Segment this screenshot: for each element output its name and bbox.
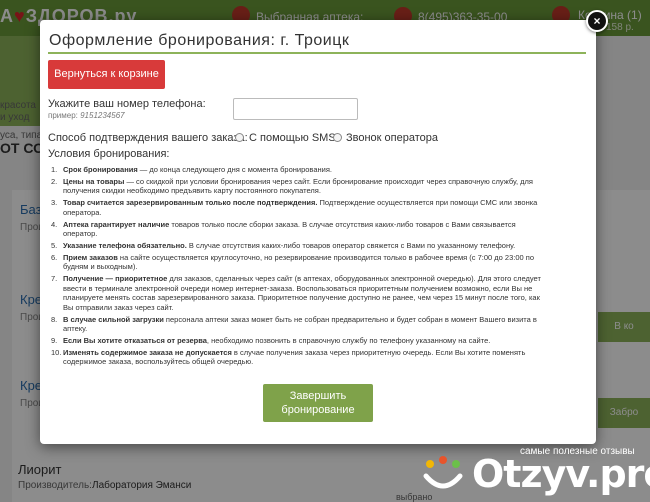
condition-number: 3.	[51, 198, 58, 208]
conditions-title: Условия бронирования:	[48, 148, 170, 160]
confirm-method-label: Способ подтверждения вашего заказа:	[48, 132, 248, 144]
condition-item: 9. Если Вы хотите отказаться от резерва, …	[51, 336, 541, 346]
radio-sms-label[interactable]: С помощью SMS	[249, 132, 336, 144]
watermark-brand: Otzyv.pro	[472, 452, 650, 496]
radio-operator-call-label[interactable]: Звонок оператора	[346, 132, 438, 144]
phone-example-prefix: пример:	[48, 111, 78, 120]
condition-bold: Прием заказов	[63, 252, 118, 262]
condition-bold: Изменять содержимое заказа не допускаетс…	[63, 347, 232, 357]
condition-number: 10.	[51, 347, 62, 357]
booking-modal: Оформление бронирования: г. Троицк Верну…	[40, 20, 596, 444]
modal-title: Оформление бронирования: г. Троицк	[49, 32, 350, 49]
watermark-logo-icon	[423, 456, 463, 489]
condition-number: 4.	[51, 219, 58, 229]
back-to-cart-button[interactable]: Вернуться к корзине	[48, 60, 165, 89]
title-divider	[48, 52, 586, 54]
condition-item: 10. Изменять содержимое заказа не допуска…	[51, 348, 541, 367]
finish-booking-button[interactable]: Завершить бронирование	[263, 384, 373, 422]
condition-number: 2.	[51, 176, 58, 186]
condition-number: 5.	[51, 240, 58, 250]
condition-text: на сайте осуществляется круглосуточно, н…	[63, 252, 534, 272]
condition-bold: Указание телефона обязательно.	[63, 240, 187, 250]
condition-number: 6.	[51, 252, 58, 262]
condition-item: 1. Срок бронирования — до конца следующег…	[51, 165, 541, 175]
condition-number: 9.	[51, 336, 58, 345]
finish-button-line-1: Завершить	[289, 390, 347, 402]
radio-sms[interactable]	[235, 133, 244, 142]
condition-bold: В случае сильной загрузки	[63, 314, 164, 324]
condition-number: 8.	[51, 314, 58, 324]
condition-text: — со скидкой при условии бронирования че…	[63, 176, 533, 196]
close-icon[interactable]: ×	[586, 10, 608, 32]
condition-bold: Получение — приоритетное	[63, 274, 168, 284]
finish-button-line-2: бронирование	[281, 404, 355, 416]
condition-item: 5. Указание телефона обязательно. В случа…	[51, 241, 541, 251]
phone-example-value: 9151234567	[80, 111, 125, 120]
condition-item: 6. Прием заказов на сайте осуществляется …	[51, 253, 541, 272]
condition-item: 3. Товар считается зарезервированным толь…	[51, 198, 541, 217]
condition-bold: Товар считается зарезервированным только…	[63, 198, 318, 208]
condition-text: — до конца следующего дня с момента брон…	[137, 165, 332, 174]
condition-bold: Если Вы хотите отказаться от резерва	[63, 336, 207, 345]
condition-number: 7.	[51, 274, 58, 284]
condition-item: 8. В случае сильной загрузки персонала ап…	[51, 315, 541, 334]
conditions-list: 1. Срок бронирования — до конца следующег…	[51, 165, 541, 369]
condition-item: 7. Получение — приоритетное для заказов, …	[51, 274, 541, 312]
condition-bold: Аптека гарантирует наличие	[63, 219, 170, 229]
condition-item: 2. Цены на товары — со скидкой при услови…	[51, 177, 541, 196]
condition-number: 1.	[51, 165, 58, 174]
phone-label: Укажите ваш номер телефона:	[48, 98, 206, 110]
phone-input[interactable]	[233, 98, 358, 120]
condition-bold: Срок бронирования	[63, 165, 138, 174]
condition-item: 4. Аптека гарантирует наличие товаров тол…	[51, 220, 541, 239]
radio-operator-call[interactable]	[333, 133, 342, 142]
phone-example: пример: 9151234567	[48, 111, 125, 120]
condition-text: , необходимо позвонить в справочную служ…	[206, 336, 491, 345]
condition-text: В случае отсутствия каких-либо товаров о…	[186, 240, 516, 250]
condition-bold: Цены на товары	[63, 176, 125, 186]
